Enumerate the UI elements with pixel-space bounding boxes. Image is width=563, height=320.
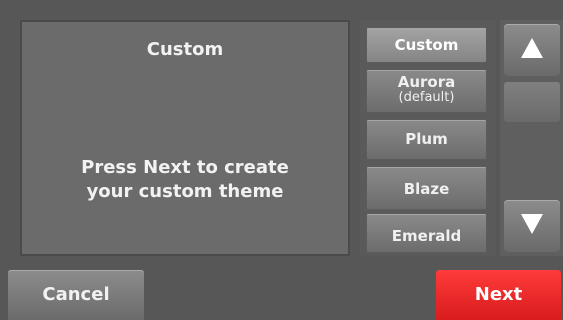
- theme-option-label: Emerald: [391, 227, 462, 245]
- next-button[interactable]: Next: [436, 270, 561, 320]
- theme-option-label: Custom: [394, 36, 459, 54]
- theme-option-label: Blaze: [403, 180, 450, 198]
- theme-option-blaze[interactable]: Blaze: [366, 166, 487, 210]
- arrow-up-icon: [521, 38, 543, 58]
- theme-option-custom[interactable]: Custom: [366, 27, 487, 63]
- theme-option-sublabel: (default): [398, 90, 455, 105]
- cancel-button[interactable]: Cancel: [8, 270, 144, 320]
- preview-message-line-2: your custom theme: [86, 181, 284, 202]
- theme-selection-screen: Custom Press Next to create your custom …: [0, 0, 563, 320]
- scroll-thumb[interactable]: [504, 82, 560, 122]
- theme-option-aurora[interactable]: Aurora (default): [366, 69, 487, 113]
- theme-option-label: Aurora: [397, 73, 456, 91]
- scroll-up-button[interactable]: [504, 24, 560, 76]
- scroll-down-button[interactable]: [504, 200, 560, 252]
- preview-title: Custom: [146, 39, 224, 60]
- preview-message: Press Next to create your custom theme: [22, 156, 348, 204]
- theme-preview-panel: Custom Press Next to create your custom …: [20, 20, 350, 256]
- preview-message-line-1: Press Next to create: [81, 157, 289, 178]
- arrow-down-icon: [521, 214, 543, 234]
- theme-option-label: Plum: [405, 130, 448, 148]
- theme-option-plum[interactable]: Plum: [366, 119, 487, 160]
- theme-option-emerald[interactable]: Emerald: [366, 213, 487, 253]
- theme-list: Custom Aurora (default) Plum Blaze Emera…: [360, 20, 496, 256]
- theme-list-scrollbar: [500, 20, 563, 256]
